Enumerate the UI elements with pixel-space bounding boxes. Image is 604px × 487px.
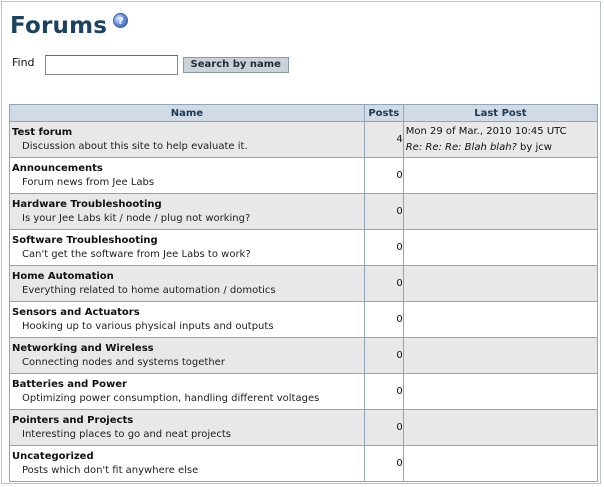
last-post-cell (402, 301, 599, 338)
posts-count: 0 (363, 157, 404, 194)
table-row: Test forum Discussion about this site to… (9, 121, 599, 158)
last-post-cell: Mon 29 of Mar., 2010 10:45 UTC Re: Re: R… (402, 121, 599, 158)
forum-name-link[interactable]: Uncategorized (10, 450, 364, 464)
forum-cell: Batteries and Power Optimizing power con… (9, 373, 365, 410)
forum-cell: Test forum Discussion about this site to… (9, 121, 365, 158)
table-row: Announcements Forum news from Jee Labs 0 (9, 157, 599, 194)
forum-description: Interesting places to go and neat projec… (22, 428, 231, 440)
posts-count: 0 (363, 229, 404, 266)
table-row: Software Troubleshooting Can't get the s… (9, 229, 599, 266)
forum-name-link[interactable]: Test forum (10, 126, 364, 140)
forum-name-link[interactable]: Sensors and Actuators (10, 306, 364, 320)
forum-name-link[interactable]: Networking and Wireless (10, 342, 364, 356)
last-post-cell (402, 229, 599, 266)
forum-name-link[interactable]: Hardware Troubleshooting (10, 198, 364, 212)
last-post-cell (402, 193, 599, 230)
header-posts[interactable]: Posts (363, 104, 404, 122)
header-name[interactable]: Name (9, 104, 365, 122)
forum-cell: Software Troubleshooting Can't get the s… (9, 229, 365, 266)
last-post-cell (402, 409, 599, 446)
search-by-name-button[interactable]: Search by name (182, 57, 289, 73)
last-post-cell (402, 445, 599, 482)
table-row: Sensors and Actuators Hooking up to vari… (9, 301, 599, 338)
last-post-info: Re: Re: Re: Blah blah? by jcw (404, 140, 597, 156)
find-form: Find Search by name (12, 55, 289, 75)
forum-description: Hooking up to various physical inputs an… (22, 320, 274, 332)
forum-description: Discussion about this site to help evalu… (22, 140, 248, 152)
table-header-row: Name Posts Last Post (9, 104, 599, 122)
last-post-cell (402, 265, 599, 302)
forum-cell: Pointers and Projects Interesting places… (9, 409, 365, 446)
posts-count: 0 (363, 337, 404, 374)
forum-description: Connecting nodes and systems together (22, 356, 225, 368)
help-icon[interactable]: ? (113, 13, 129, 28)
forum-cell: Announcements Forum news from Jee Labs (9, 157, 365, 194)
last-post-author: by jcw (516, 141, 552, 153)
last-post-cell (402, 157, 599, 194)
forum-name-link[interactable]: Announcements (10, 162, 364, 176)
posts-count: 0 (363, 265, 404, 302)
table-row: Uncategorized Posts which don't fit anyw… (9, 445, 599, 482)
forum-description: Forum news from Jee Labs (22, 176, 155, 188)
forum-cell: Networking and Wireless Connecting nodes… (9, 337, 365, 374)
forum-cell: Hardware Troubleshooting Is your Jee Lab… (9, 193, 365, 230)
title-row: Forums ? (10, 11, 129, 41)
last-post-date: Mon 29 of Mar., 2010 10:45 UTC (405, 125, 567, 137)
forum-name-link[interactable]: Home Automation (10, 270, 364, 284)
forums-panel: Forums ? Find Search by name Name Posts … (1, 1, 601, 484)
posts-count: 0 (363, 301, 404, 338)
header-last-post[interactable]: Last Post (402, 104, 599, 122)
posts-count: 4 (363, 121, 404, 158)
forum-description: Can't get the software from Jee Labs to … (22, 248, 251, 260)
last-post-subject-link[interactable]: Re: Re: Re: Blah blah? (406, 142, 517, 153)
forum-name-link[interactable]: Software Troubleshooting (10, 234, 364, 248)
forum-name-link[interactable]: Batteries and Power (10, 378, 364, 392)
table-row: Pointers and Projects Interesting places… (9, 409, 599, 446)
forum-cell: Uncategorized Posts which don't fit anyw… (9, 445, 365, 482)
forum-cell: Sensors and Actuators Hooking up to vari… (9, 301, 365, 338)
last-post-cell (402, 373, 599, 410)
forum-cell: Home Automation Everything related to ho… (9, 265, 365, 302)
forum-description: Everything related to home automation / … (22, 284, 276, 296)
table-row: Home Automation Everything related to ho… (9, 265, 599, 302)
forum-description: Optimizing power consumption, handling d… (22, 392, 320, 404)
table-row: Hardware Troubleshooting Is your Jee Lab… (9, 193, 599, 230)
forum-name-link[interactable]: Pointers and Projects (10, 414, 364, 428)
table-row: Networking and Wireless Connecting nodes… (9, 337, 599, 374)
page-title: Forums (10, 13, 108, 39)
table-row: Batteries and Power Optimizing power con… (9, 373, 599, 410)
posts-count: 0 (363, 193, 404, 230)
forum-description: Posts which don't fit anywhere else (22, 464, 199, 476)
find-input[interactable] (44, 55, 178, 75)
forum-description: Is your Jee Labs kit / node / plug not w… (22, 212, 251, 224)
last-post-cell (402, 337, 599, 374)
forums-table: Name Posts Last Post Test forum Discussi… (9, 104, 599, 482)
posts-count: 0 (363, 373, 404, 410)
posts-count: 0 (363, 409, 404, 446)
posts-count: 0 (363, 445, 404, 482)
find-label: Find (12, 56, 35, 69)
